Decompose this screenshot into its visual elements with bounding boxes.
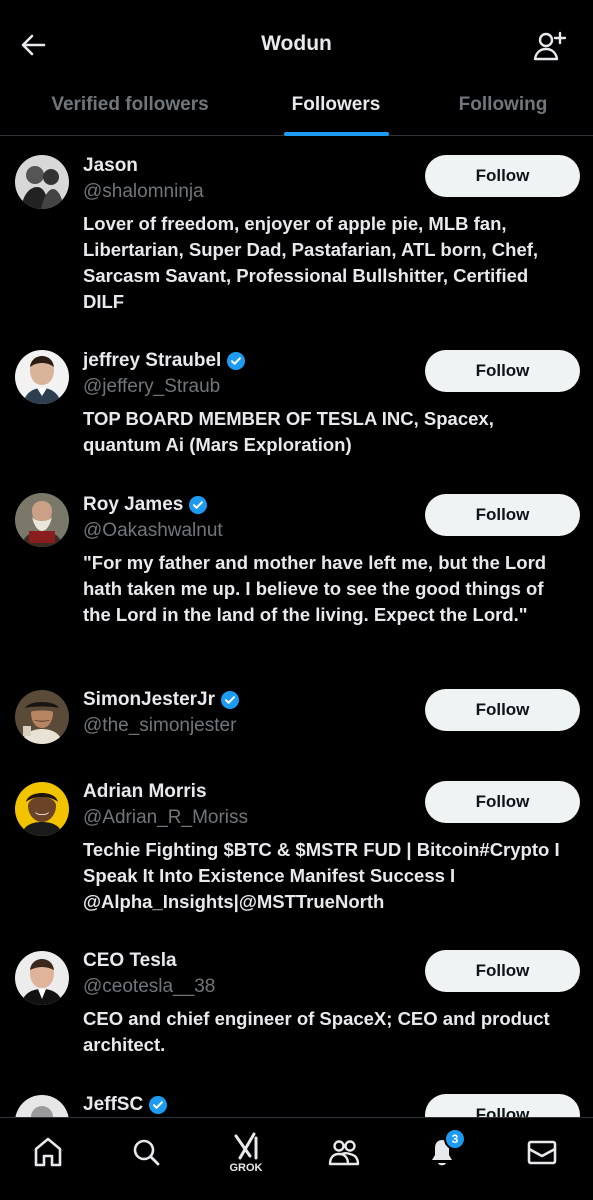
display-name[interactable]: JeffSC [83, 1094, 143, 1116]
avatar[interactable] [15, 1095, 69, 1117]
bottom-navigation: GROK 3 [0, 1117, 593, 1200]
display-name[interactable]: Roy James [83, 494, 183, 516]
follow-button[interactable]: Follow [425, 1094, 580, 1117]
verified-badge-icon [149, 1096, 168, 1114]
avatar[interactable] [15, 493, 69, 547]
notification-count-badge: 3 [444, 1128, 466, 1150]
grok-label: GROK [229, 1162, 263, 1174]
avatar[interactable] [15, 155, 69, 209]
tab-bar: Verified followers Followers Following [0, 76, 593, 136]
user-bio: TOP BOARD MEMBER OF TESLA INC, Spacex, q… [83, 408, 494, 455]
search-icon[interactable] [126, 1132, 166, 1172]
verified-badge-icon [221, 691, 240, 709]
follow-button[interactable]: Follow [425, 950, 580, 992]
page-title: Wodun [261, 32, 332, 55]
home-icon[interactable] [28, 1132, 68, 1172]
top-app-bar: Wodun [0, 0, 593, 76]
avatar[interactable] [15, 951, 69, 1005]
display-name[interactable]: Adrian Morris [83, 781, 207, 803]
bell-icon[interactable]: 3 [422, 1128, 466, 1172]
avatar[interactable] [15, 350, 69, 404]
person-add-icon[interactable] [533, 30, 567, 62]
follow-button[interactable]: Follow [425, 781, 580, 823]
tab-verified-followers[interactable]: Verified followers [20, 76, 240, 136]
follow-button[interactable]: Follow [425, 689, 580, 731]
active-tab-indicator [284, 132, 389, 136]
display-name[interactable]: jeffrey Straubel [83, 350, 221, 372]
display-name[interactable]: Jason [83, 155, 138, 177]
avatar[interactable] [15, 782, 69, 836]
avatar[interactable] [15, 690, 69, 744]
followers-list[interactable]: Jason @shalomninja Lover of freedom, enj… [0, 137, 593, 1117]
display-name[interactable]: CEO Tesla [83, 950, 177, 972]
tab-following[interactable]: Following [438, 76, 568, 136]
communities-icon[interactable] [324, 1132, 364, 1172]
follow-button[interactable]: Follow [425, 155, 580, 197]
grok-icon[interactable]: GROK [226, 1132, 266, 1174]
tab-followers[interactable]: Followers [272, 76, 400, 136]
verified-badge-icon [189, 496, 208, 514]
user-bio: CEO and chief engineer of SpaceX; CEO an… [83, 1008, 550, 1055]
user-bio: "For my father and mother have left me, … [83, 552, 547, 625]
verified-badge-icon [227, 352, 246, 370]
display-name[interactable]: SimonJesterJr [83, 689, 215, 711]
follow-button[interactable]: Follow [425, 350, 580, 392]
user-bio: Lover of freedom, enjoyer of apple pie, … [83, 213, 539, 312]
mail-icon[interactable] [522, 1132, 562, 1172]
follow-button[interactable]: Follow [425, 494, 580, 536]
user-bio: Techie Fighting $BTC & $MSTR FUD | Bitco… [83, 839, 560, 912]
